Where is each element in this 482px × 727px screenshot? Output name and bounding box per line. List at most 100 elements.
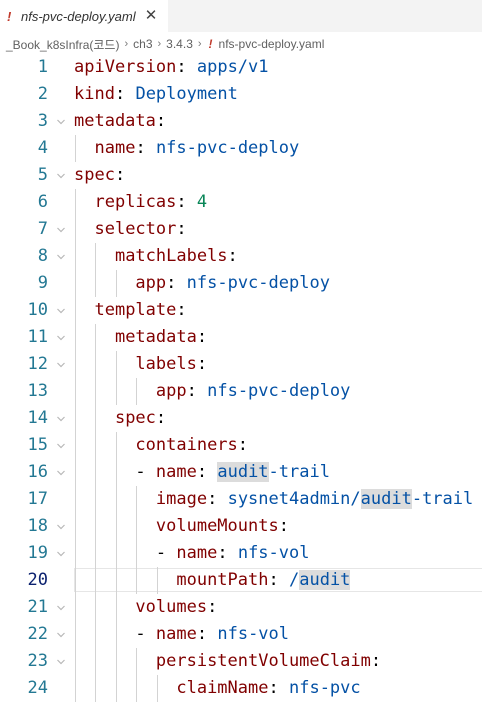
yaml-colon: : <box>268 570 279 590</box>
fold-chevron-icon[interactable] <box>56 306 66 316</box>
yaml-key: selector <box>94 219 177 239</box>
code-line[interactable]: 22 - name: nfs-vol <box>0 621 482 648</box>
yaml-key: image <box>155 489 208 509</box>
fold-chevron-icon[interactable] <box>56 603 66 613</box>
code-line[interactable]: 6 replicas: 4 <box>0 189 482 216</box>
yaml-exclamation-icon: ! <box>208 37 213 51</box>
fold-chevron-icon[interactable] <box>56 549 66 559</box>
fold-chevron-icon[interactable] <box>56 225 66 235</box>
yaml-key: metadata <box>114 327 197 347</box>
fold-chevron-icon[interactable] <box>56 171 66 181</box>
breadcrumb-item-root[interactable]: _Book_k8sInfra(코드) <box>6 36 119 53</box>
yaml-value: nfs-vol <box>237 543 310 563</box>
yaml-key: name <box>155 624 197 644</box>
code-line[interactable]: 10 template: <box>0 297 482 324</box>
code-line[interactable]: 23 persistentVolumeClaim: <box>0 648 482 675</box>
fold-chevron-icon[interactable] <box>56 333 66 343</box>
chevron-right-icon: › <box>197 38 202 50</box>
yaml-colon: : <box>370 651 382 671</box>
code-text: volumes: <box>74 594 217 621</box>
yaml-colon: : <box>196 354 208 374</box>
yaml-colon: : <box>166 273 177 293</box>
line-number: 18 <box>27 516 48 536</box>
code-line[interactable]: 24 claimName: nfs-pvc <box>0 675 482 702</box>
yaml-colon: : <box>207 597 218 617</box>
yaml-colon: : <box>114 165 126 185</box>
code-line[interactable]: 5 spec: <box>0 162 482 189</box>
code-text: containers: <box>74 432 248 459</box>
chevron-right-icon: › <box>124 38 129 50</box>
yaml-colon: : <box>237 435 249 455</box>
yaml-exclamation-icon: ! <box>7 8 12 24</box>
code-line[interactable]: 16 - name: audit-trail <box>0 459 482 486</box>
code-text: spec: <box>74 405 166 432</box>
code-line[interactable]: 7 selector: <box>0 216 482 243</box>
code-line[interactable]: 21 volumes: <box>0 594 482 621</box>
code-text: - name: nfs-vol <box>74 540 310 567</box>
code-line[interactable]: 3 metadata: <box>0 108 482 135</box>
breadcrumb-item-file[interactable]: nfs-pvc-deploy.yaml <box>219 37 325 51</box>
code-line[interactable]: 4 name: nfs-pvc-deploy <box>0 135 482 162</box>
close-icon[interactable]: ✕ <box>140 5 162 27</box>
yaml-key: app <box>135 273 167 293</box>
yaml-colon: : <box>135 138 146 158</box>
chevron-right-icon: › <box>157 38 162 50</box>
yaml-colon: : <box>227 246 238 266</box>
yaml-key: replicas <box>94 192 177 212</box>
fold-chevron-icon[interactable] <box>56 441 66 451</box>
line-number: 5 <box>37 165 48 185</box>
yaml-colon: : <box>186 381 197 401</box>
selection-highlight: audit <box>360 489 412 509</box>
yaml-colon: : <box>196 624 208 644</box>
code-line[interactable]: 14 spec: <box>0 405 482 432</box>
yaml-colon: : <box>196 462 208 482</box>
yaml-key: template <box>94 300 177 320</box>
yaml-key: apiVersion <box>74 57 177 77</box>
code-line[interactable]: 11 metadata: <box>0 324 482 351</box>
yaml-key: name <box>176 543 218 563</box>
code-line[interactable]: 8 matchLabels: <box>0 243 482 270</box>
line-number: 4 <box>37 138 48 158</box>
fold-chevron-icon[interactable] <box>56 252 66 262</box>
yaml-value: sysnet4admin/audit-trail <box>227 489 474 509</box>
code-line[interactable]: 15 containers: <box>0 432 482 459</box>
code-line[interactable]: 12 labels: <box>0 351 482 378</box>
yaml-key: volumeMounts <box>155 516 279 536</box>
fold-chevron-icon[interactable] <box>56 360 66 370</box>
yaml-key: spec <box>74 165 115 185</box>
code-text: kind: Deployment <box>74 81 238 108</box>
yaml-dash: - <box>155 543 177 563</box>
fold-chevron-icon[interactable] <box>56 630 66 640</box>
code-text: labels: <box>74 351 207 378</box>
code-line[interactable]: 2 kind: Deployment <box>0 81 482 108</box>
breadcrumb: _Book_k8sInfra(코드) › ch3 › 3.4.3 › ! nfs… <box>0 33 482 55</box>
selection-highlight: audit <box>217 462 269 482</box>
code-text: image: sysnet4admin/audit-trail <box>74 486 473 513</box>
yaml-value: nfs-pvc-deploy <box>207 381 351 401</box>
code-line[interactable]: 17 image: sysnet4admin/audit-trail <box>0 486 482 513</box>
code-line[interactable]: 20 mountPath: /audit <box>0 567 482 594</box>
fold-chevron-icon[interactable] <box>56 117 66 127</box>
yaml-dash: - <box>135 624 156 644</box>
yaml-colon: : <box>176 57 187 77</box>
breadcrumb-item-ch3[interactable]: ch3 <box>133 37 152 51</box>
yaml-colon: : <box>176 300 187 320</box>
code-text: claimName: nfs-pvc <box>74 675 360 702</box>
yaml-colon: : <box>217 543 228 563</box>
code-line[interactable]: 19 - name: nfs-vol <box>0 540 482 567</box>
fold-chevron-icon[interactable] <box>56 414 66 424</box>
fold-chevron-icon[interactable] <box>56 468 66 478</box>
code-line[interactable]: 13 app: nfs-pvc-deploy <box>0 378 482 405</box>
line-number: 11 <box>27 327 48 347</box>
code-text: replicas: 4 <box>74 189 207 216</box>
fold-chevron-icon[interactable] <box>56 522 66 532</box>
line-number: 12 <box>27 354 48 374</box>
code-editor[interactable]: 1 apiVersion: apps/v1 2 kind: Deployment 3 me… <box>0 54 482 727</box>
tab-nfs-pvc-deploy-yaml[interactable]: ! nfs-pvc-deploy.yaml ✕ <box>0 0 168 32</box>
breadcrumb-item-343[interactable]: 3.4.3 <box>166 37 193 51</box>
code-line[interactable]: 1 apiVersion: apps/v1 <box>0 54 482 81</box>
code-line[interactable]: 18 volumeMounts: <box>0 513 482 540</box>
code-line[interactable]: 9 app: nfs-pvc-deploy <box>0 270 482 297</box>
line-number: 6 <box>37 192 48 212</box>
fold-chevron-icon[interactable] <box>56 657 66 667</box>
